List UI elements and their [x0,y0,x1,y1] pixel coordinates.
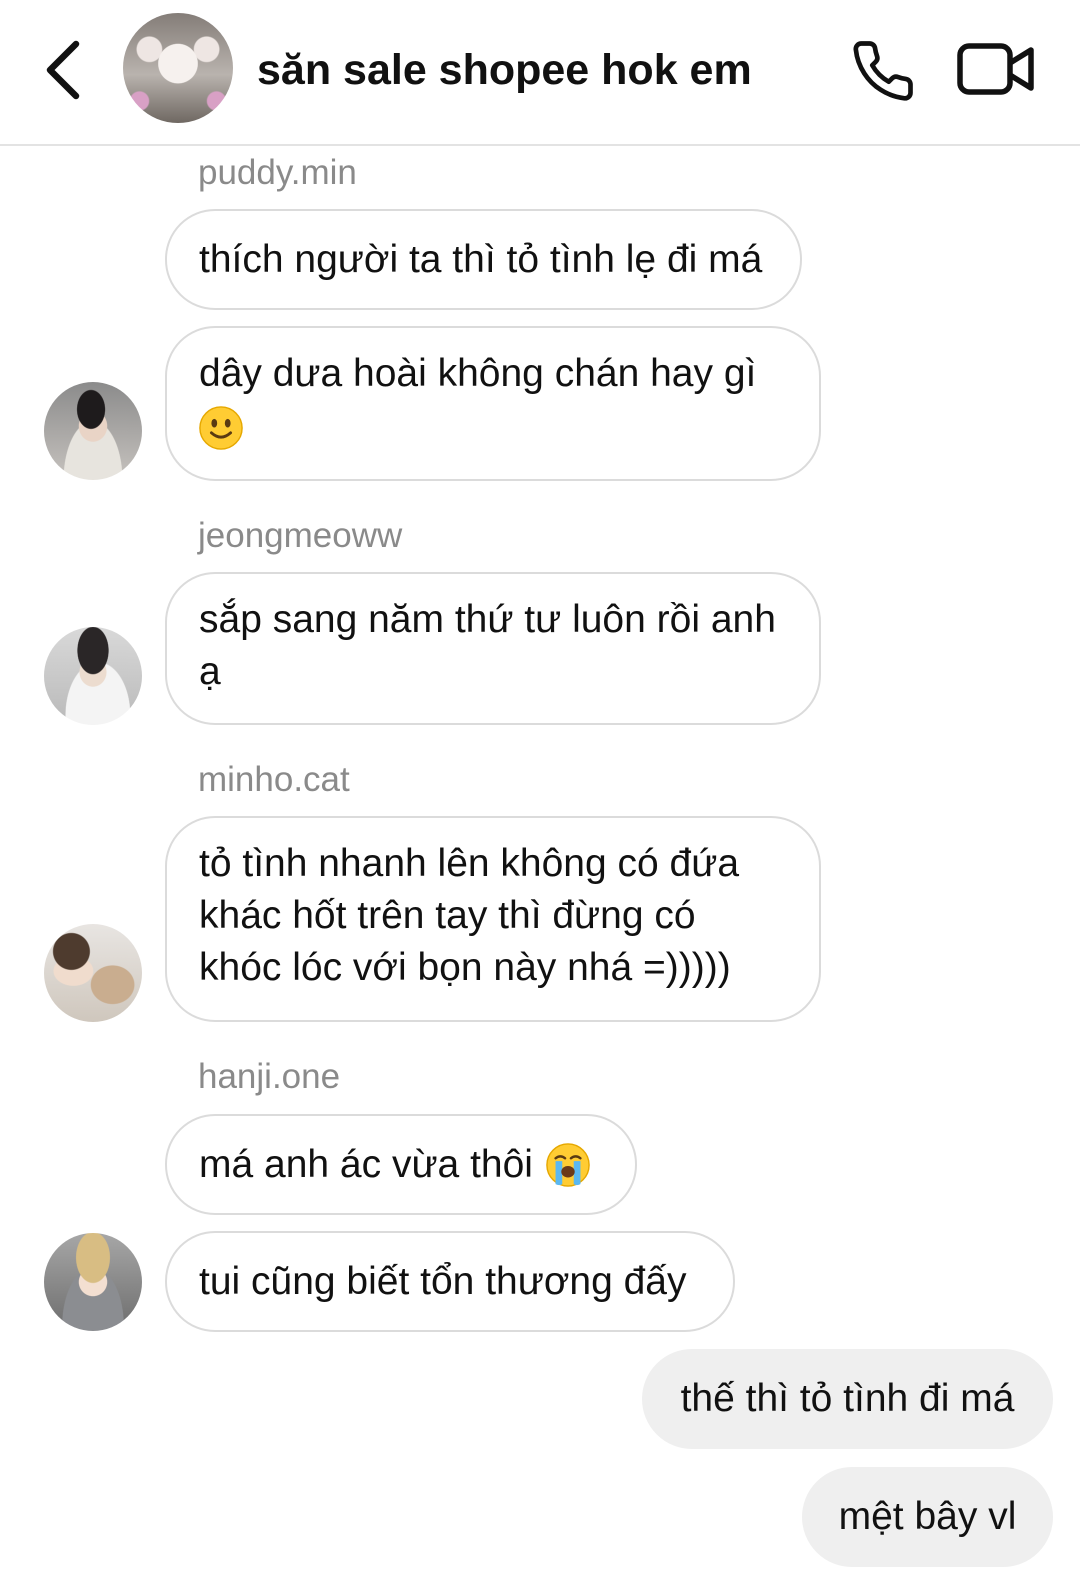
message-text: má anh ác vừa thôi [199,1142,533,1186]
sender-name: minho.cat [198,760,350,799]
message-text: mệt bây vl [838,1495,1017,1538]
avatar[interactable] [44,1233,142,1331]
message-bubble[interactable]: má anh ác vừa thôi [165,1114,637,1215]
outgoing-message-bubble[interactable]: mệt bây vl [802,1467,1053,1567]
message-text: tui cũng biết tổn thương đấy [199,1259,687,1303]
message-bubble[interactable]: sắp sang năm thứ tư luôn rồi anh ạ [165,572,821,725]
message-text: thế thì tỏ tình đi má [680,1377,1015,1420]
message-text: khác hốt trên tay thì đừng có [199,894,696,937]
message-bubble[interactable]: tỏ tình nhanh lên không có đứa khác hốt … [165,816,821,1022]
phone-icon[interactable] [850,38,916,104]
message-text: dây dưa hoài không chán hay gì [199,352,757,395]
chat-header: săn sale shopee hok em [0,0,1080,146]
back-icon[interactable] [40,38,90,102]
message-text: khóc lóc với bọn này nhá =))))) [199,946,731,989]
avatar[interactable] [44,924,142,1022]
message-bubble[interactable]: thích người ta thì tỏ tình lẹ đi má [165,209,802,310]
message-bubble[interactable]: dây dưa hoài không chán hay gì [165,326,821,481]
group-avatar[interactable] [123,13,233,123]
outgoing-message-bubble[interactable]: thế thì tỏ tình đi má [642,1349,1053,1449]
message-bubble[interactable]: tui cũng biết tổn thương đấy [165,1231,735,1332]
sender-name: hanji.one [198,1057,341,1096]
message-text: thích người ta thì tỏ tình lẹ đi má [199,237,763,281]
chat-title[interactable]: săn sale shopee hok em [257,42,752,98]
loudly-crying-face-icon [546,1142,590,1187]
avatar[interactable] [44,382,142,480]
video-camera-icon[interactable] [956,42,1036,96]
avatar[interactable] [44,627,142,725]
message-text: tỏ tình nhanh lên không có đứa [199,842,740,885]
sender-name: jeongmeoww [198,516,403,555]
sender-name: puddy.min [198,153,357,192]
slightly-smiling-face-icon [199,406,243,450]
message-text: ạ [199,650,221,693]
message-text: sắp sang năm thứ tư luôn rồi anh [199,598,776,641]
